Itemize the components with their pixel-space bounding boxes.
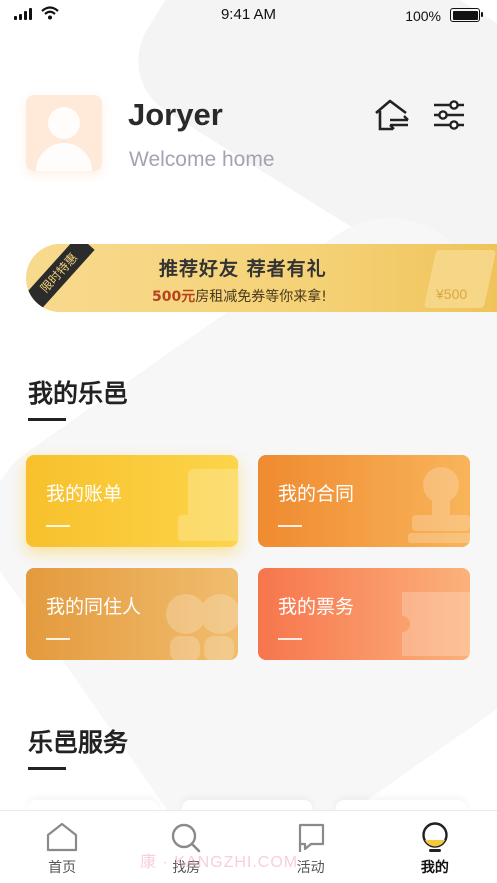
- watermark: 康 · KANGZHI.COM: [140, 854, 299, 871]
- battery-icon: [450, 8, 483, 22]
- bill-icon: [178, 469, 238, 541]
- tab-label: 我的: [420, 860, 449, 876]
- card-my-bills[interactable]: 我的账单: [26, 455, 238, 547]
- card-dash: [46, 525, 70, 527]
- avatar[interactable]: [26, 95, 102, 171]
- section-underline: [28, 418, 66, 421]
- section-underline: [28, 767, 66, 770]
- tab-mine[interactable]: 我的: [373, 811, 497, 883]
- card-label: 我的同住人: [46, 596, 142, 618]
- roommates-icon: [166, 594, 238, 660]
- profile-icon: [422, 822, 448, 852]
- ticket-icon: [402, 592, 470, 656]
- promo-badge: 限时特惠: [26, 244, 95, 311]
- stamp-icon: [408, 467, 470, 543]
- section-title-service: 乐邑服务: [28, 728, 129, 757]
- tab-home[interactable]: 首页: [0, 811, 124, 883]
- coupon-amount: ¥500: [436, 286, 468, 302]
- promo-banner[interactable]: 限时特惠 推荐好友 荐者有礼 500元房租减免券等你来拿! ¥500: [26, 244, 497, 312]
- status-bar: 9:41 AM 100%: [0, 0, 497, 32]
- home-switch-icon[interactable]: [373, 98, 411, 132]
- promo-title: 推荐好友 荐者有礼: [159, 258, 327, 280]
- username: Joryer: [128, 97, 223, 132]
- card-my-roommates[interactable]: 我的同住人: [26, 568, 238, 660]
- tab-bar: 首页 找房 活动 我的: [0, 810, 497, 883]
- card-label: 我的票务: [278, 596, 355, 618]
- card-my-contract[interactable]: 我的合同: [258, 455, 470, 547]
- card-label: 我的合同: [278, 483, 355, 505]
- card-dash: [278, 525, 302, 527]
- flag-icon: [298, 823, 324, 852]
- battery-percent: 100%: [405, 8, 441, 24]
- section-title-my: 我的乐邑: [28, 379, 129, 408]
- tab-label: 首页: [48, 860, 77, 876]
- welcome-text: Welcome home: [129, 148, 275, 171]
- tab-find-room[interactable]: 找房: [124, 811, 248, 883]
- card-dash: [278, 638, 302, 640]
- profile-header: Joryer Welcome home: [26, 95, 472, 175]
- card-my-tickets[interactable]: 我的票务: [258, 568, 470, 660]
- tab-activity[interactable]: 活动: [249, 811, 373, 883]
- home-icon: [47, 822, 78, 852]
- settings-sliders-icon[interactable]: [432, 98, 466, 132]
- promo-description: 500元房租减免券等你来拿!: [152, 289, 327, 305]
- card-label: 我的账单: [46, 483, 123, 505]
- card-dash: [46, 638, 70, 640]
